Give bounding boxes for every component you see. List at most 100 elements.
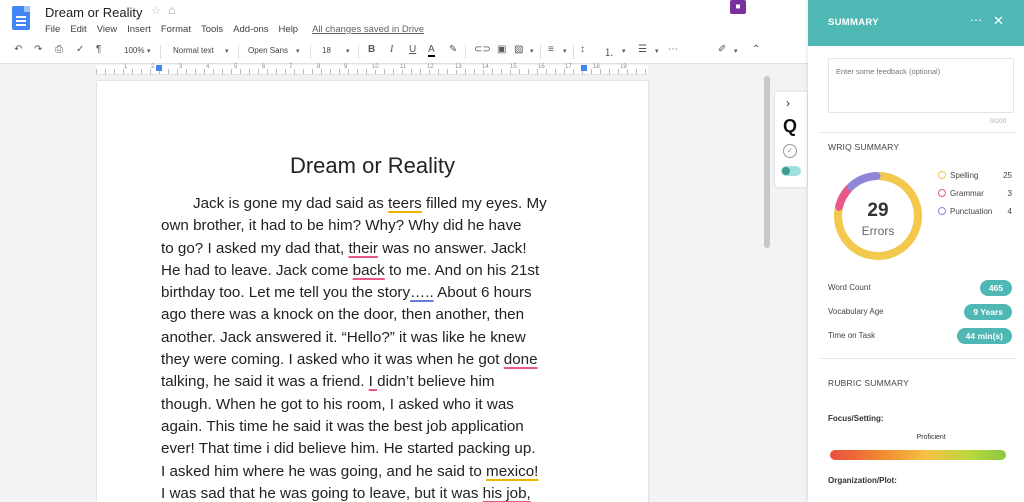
menu-addons[interactable]: Add-ons	[233, 24, 268, 35]
wriq-summary-title: WRIQ SUMMARY	[828, 142, 900, 152]
flagged-word[interactable]: his job,	[483, 485, 531, 502]
more-options-icon[interactable]: ⋯	[668, 44, 678, 55]
image-icon[interactable]: ▨	[514, 44, 523, 55]
flagged-word[interactable]: mexico!	[486, 463, 538, 480]
doc-line[interactable]: they were coming. I asked who it was whe…	[161, 349, 591, 371]
menu-tools[interactable]: Tools	[201, 24, 223, 35]
grammar-dot-icon	[938, 189, 946, 197]
doc-line-text: ago there was a knock on the door, then …	[161, 306, 525, 324]
star-icon[interactable]: ☆	[151, 4, 161, 17]
wriq-floating-toolbar: › Q ✓	[775, 92, 807, 187]
doc-line[interactable]: ever! That time i did believe him. He st…	[161, 438, 591, 460]
legend-punctuation: Punctuation 4	[938, 207, 1012, 216]
numbered-list-icon[interactable]: ⒈	[604, 44, 614, 59]
doc-line[interactable]: though. When he got to his room, I asked…	[161, 394, 591, 416]
line-spacing-icon[interactable]: ↕	[580, 44, 585, 55]
font-select[interactable]: Open Sans	[248, 46, 288, 55]
flagged-word[interactable]: their	[348, 240, 378, 257]
doc-line[interactable]: I asked him where he was going, and he s…	[161, 461, 591, 483]
paint-format-icon[interactable]: ¶	[96, 44, 101, 55]
style-select[interactable]: Normal text	[173, 46, 214, 55]
docs-logo-icon[interactable]	[12, 6, 30, 30]
doc-line[interactable]: own brother, it had to be him? Why? Why …	[161, 215, 591, 237]
wriq-toggle[interactable]	[781, 166, 801, 176]
doc-line-text: though. When he got to his room, I asked…	[161, 395, 514, 413]
document-page[interactable]: Dream or Reality Jack is gone my dad sai…	[97, 81, 648, 502]
menu-format[interactable]: Format	[161, 24, 191, 35]
check-circle-icon[interactable]: ✓	[783, 144, 797, 158]
chevron-down-icon: ▾	[296, 48, 300, 55]
menu-file[interactable]: File	[45, 24, 60, 35]
stat-vocabulary-age: Vocabulary Age 9 Years	[828, 304, 1012, 320]
chevron-down-icon: ▾	[530, 48, 534, 55]
ruler-label: 18	[593, 64, 600, 70]
flagged-word[interactable]: …..	[410, 284, 434, 301]
flagged-word[interactable]: I	[369, 373, 377, 390]
doc-line[interactable]: He had to leave. Jack come back to me. A…	[161, 260, 591, 282]
highlight-icon[interactable]: ✎	[449, 44, 457, 55]
wriq-logo-icon[interactable]: Q	[783, 116, 797, 137]
divider	[820, 132, 1016, 133]
doc-line[interactable]: birthday too. Let me tell you the story……	[161, 282, 591, 304]
left-indent-marker[interactable]	[156, 65, 162, 71]
legend-spelling: Spelling 25	[938, 171, 1012, 180]
ruler-label: 3	[179, 64, 183, 70]
undo-icon[interactable]: ↶	[14, 44, 22, 55]
bold-icon[interactable]: B	[368, 44, 375, 55]
ruler-label: 9	[344, 64, 348, 70]
right-indent-marker[interactable]	[581, 65, 587, 71]
print-icon[interactable]: ⎙	[55, 44, 63, 55]
app-window: Dream or Reality ☆ ⌂ File Edit View Inse…	[0, 0, 1024, 502]
chevron-down-icon: ▾	[734, 48, 738, 55]
spellcheck-icon[interactable]: ✓	[76, 44, 84, 55]
zoom-select[interactable]: 100%	[124, 46, 144, 55]
bulleted-list-icon[interactable]: ☰	[638, 44, 647, 55]
document-heading[interactable]: Dream or Reality	[97, 153, 648, 179]
more-icon[interactable]: ⋯	[970, 13, 982, 27]
stat-time-on-task: Time on Task 44 min(s)	[828, 328, 1012, 344]
legend-label: Punctuation	[950, 207, 993, 216]
flagged-word[interactable]: back	[353, 262, 385, 279]
stat-label: Time on Task	[828, 331, 876, 340]
menu-view[interactable]: View	[97, 24, 117, 35]
stat-label: Vocabulary Age	[828, 307, 884, 316]
link-icon[interactable]: ⊂⊃	[474, 44, 491, 55]
doc-line[interactable]: again. This time he said it was the best…	[161, 416, 591, 438]
align-left-icon[interactable]: ≡	[548, 44, 554, 55]
menu-insert[interactable]: Insert	[127, 24, 151, 35]
doc-line-text: He had to leave. Jack come back to me. A…	[161, 261, 540, 279]
doc-line[interactable]: Jack is gone my dad said as teers filled…	[161, 193, 591, 215]
font-size-select[interactable]: 18	[322, 46, 331, 55]
italic-icon[interactable]: I	[390, 44, 393, 55]
rubric-focus-label: Focus/Setting:	[828, 414, 884, 423]
doc-line[interactable]: I was sad that he was going to leave, bu…	[161, 483, 591, 502]
document-body[interactable]: Jack is gone my dad said as teers filled…	[161, 193, 591, 502]
flagged-word[interactable]: done	[504, 351, 538, 368]
close-icon[interactable]: ✕	[993, 13, 1004, 29]
divider	[820, 358, 1016, 359]
move-to-folder-icon[interactable]: ⌂	[168, 3, 175, 17]
editing-mode-icon[interactable]: ✐	[718, 44, 726, 55]
menu-edit[interactable]: Edit	[70, 24, 86, 35]
doc-line[interactable]: talking, he said it was a friend. I didn…	[161, 371, 591, 393]
doc-line-text: own brother, it had to be him? Why? Why …	[161, 217, 522, 235]
save-status[interactable]: All changes saved in Drive	[312, 24, 424, 35]
menu-help[interactable]: Help	[279, 24, 299, 35]
doc-line[interactable]: ago there was a knock on the door, then …	[161, 304, 591, 326]
doc-line[interactable]: another. Jack answered it. “Hello?” it w…	[161, 327, 591, 349]
redo-icon[interactable]: ↷	[34, 44, 42, 55]
doc-line[interactable]: to go? I asked my dad that, their was no…	[161, 238, 591, 260]
chevron-right-icon[interactable]: ›	[786, 96, 790, 110]
addon-icon[interactable]: ◼	[730, 0, 746, 14]
text-color-icon[interactable]: A	[428, 44, 435, 57]
document-scrollbar[interactable]	[764, 76, 770, 248]
ruler-label: 4	[206, 64, 210, 70]
doc-title[interactable]: Dream or Reality	[45, 5, 143, 20]
comment-icon[interactable]: ▣	[497, 44, 506, 55]
flagged-word[interactable]: teers	[388, 195, 422, 212]
collapse-icon[interactable]: ⌃	[752, 44, 760, 55]
ruler[interactable]: 1 2 3 4 5 6 7 8 9 10 11 12 13 14 15 16 17 18 19	[96, 64, 648, 75]
doc-line-text: to go? I asked my dad that, their was no…	[161, 239, 527, 257]
underline-icon[interactable]: U	[409, 44, 416, 55]
feedback-input[interactable]	[828, 58, 1014, 113]
